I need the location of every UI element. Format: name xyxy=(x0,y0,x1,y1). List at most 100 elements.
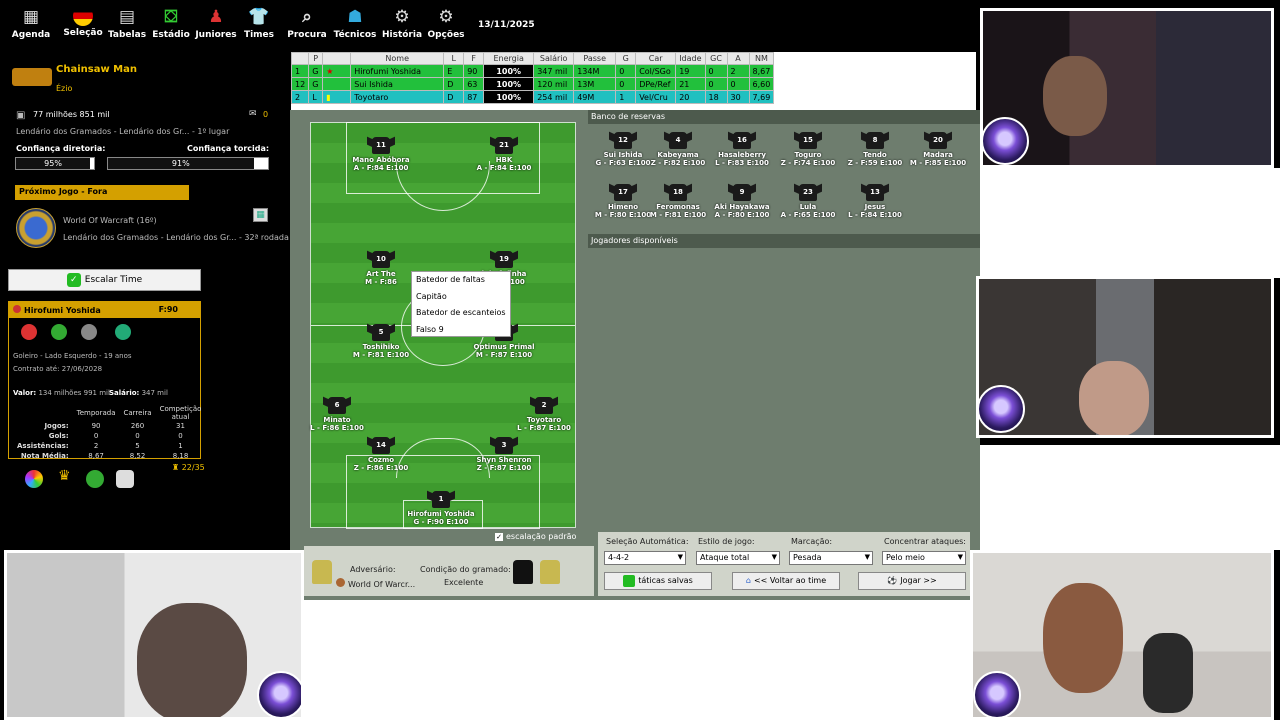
col-name[interactable]: Nome xyxy=(350,52,445,65)
bench-player[interactable]: 8 Tendo Z - F:59 E:100 xyxy=(843,132,907,167)
streamer-face xyxy=(1043,583,1123,693)
col-nm[interactable]: NM xyxy=(748,52,775,65)
stat-value: 8,18 xyxy=(172,452,189,460)
col-pos[interactable]: P xyxy=(308,52,324,65)
pitch-player[interactable]: 11 Mano Abóbora A - F:84 E:100 xyxy=(341,137,421,172)
toolbar-historia[interactable]: ⚙ História xyxy=(377,6,427,40)
stats-icon[interactable]: ▦ xyxy=(253,208,268,222)
color-wheel-icon[interactable] xyxy=(25,470,43,488)
player-info: Z - F:87 E:100 xyxy=(476,464,532,472)
stat-value: 8,52 xyxy=(129,452,146,460)
orb-logo-icon xyxy=(979,385,1025,433)
conf-tor-bar: 91% xyxy=(107,157,269,170)
bench-player[interactable]: 4 Kabeyama Z - F:82 E:100 xyxy=(646,132,710,167)
toolbar-tabelas[interactable]: ▤ Tabelas xyxy=(102,6,152,40)
attack-focus-select[interactable]: Pelo meio xyxy=(882,551,966,565)
pitch-player[interactable]: 6 Minato L - F:86 E:100 xyxy=(297,397,377,432)
style-select[interactable]: Ataque total xyxy=(696,551,780,565)
pitch-player[interactable]: 10 Art The M - F:86 xyxy=(341,251,421,286)
player-contract: Contrato até: 27/06/2028 xyxy=(13,365,103,373)
col-car[interactable]: Car xyxy=(635,52,677,65)
stat-label: Jogos: xyxy=(44,422,69,430)
cell-car: Vel/Cru xyxy=(635,90,677,104)
player-info: L - F:86 E:100 xyxy=(310,424,364,432)
player-value: 134 milhões 991 mil xyxy=(38,389,110,397)
menu-item-free-kick[interactable]: Batedor de faltas xyxy=(412,272,510,289)
trophy-icon[interactable]: ♛ xyxy=(58,468,71,484)
player-transfer-icon[interactable] xyxy=(115,324,131,340)
table-row[interactable]: 2 L ▮ Toyotaro D 87 100% 254 mil 49M 1 Vel/Cru 20 18… xyxy=(290,90,775,104)
toolbar-agenda[interactable]: ▦ Agenda xyxy=(6,6,56,40)
player-name: Toshihiko xyxy=(362,343,400,351)
player-stats-table: Temporada Carreira Competição atual Jogos:… xyxy=(13,405,205,461)
message-icon[interactable]: ✉ xyxy=(249,109,257,119)
pitch-player[interactable]: 14 Cozmo Z - F:86 E:100 xyxy=(341,437,421,472)
saved-tactics-button[interactable]: táticas salvas xyxy=(604,572,712,590)
pitch-player[interactable]: 2 Toyotaro L - F:87 E:100 xyxy=(504,397,584,432)
col-g[interactable]: G xyxy=(615,52,637,65)
formation-select[interactable]: 4-4-2 xyxy=(604,551,686,565)
play-button[interactable]: ⚽ Jogar >> xyxy=(858,572,966,590)
table-row[interactable]: 1 G ★ Hirofumi Yoshida E 90 100% 347 mil 134M 0 Co… xyxy=(290,64,775,78)
shirt-icon: 13 xyxy=(866,184,884,201)
player-eye-icon[interactable] xyxy=(51,324,67,340)
toolbar-tecnicos[interactable]: ☗ Técnicos xyxy=(330,6,380,40)
bench-player[interactable]: 18 Feromonas M - F:81 E:100 xyxy=(646,184,710,219)
bench-player[interactable]: 16 Hasaleberry L - F:83 E:100 xyxy=(710,132,774,167)
cell-name: Toyotaro xyxy=(350,90,445,104)
toolbar-selecao[interactable]: Seleção xyxy=(58,6,108,38)
orb-logo-icon xyxy=(973,671,1021,717)
table-row[interactable]: 12 G Sui Ishida D 63 100% 120 mil 13M 0 DPe/Ref 21… xyxy=(290,77,775,91)
junior-icon: ♟ xyxy=(208,7,224,27)
pitch-player[interactable]: 3 Shyn Shenron Z - F:87 E:100 xyxy=(464,437,544,472)
ball-icon[interactable] xyxy=(86,470,104,488)
player-card-header: Hirofumi Yoshida F:90 xyxy=(9,302,200,318)
menu-item-false-nine[interactable]: Falso 9 xyxy=(412,322,510,339)
col-passe[interactable]: Passe xyxy=(573,52,617,65)
col-energia[interactable]: Energia xyxy=(483,52,535,65)
save-icon xyxy=(623,574,636,587)
default-lineup-checkbox[interactable]: ✓ escalação padrão xyxy=(495,532,576,541)
col-gc[interactable]: GC xyxy=(704,52,728,65)
pitch-player[interactable]: 1 Hirofumi Yoshida G - F:90 E:100 xyxy=(401,491,481,526)
col-l[interactable]: L xyxy=(443,52,465,65)
cell-gc: 0 xyxy=(704,64,728,78)
escalar-time-button[interactable]: ✓ Escalar Time xyxy=(8,269,201,291)
shirt-icon: 6 xyxy=(328,397,346,414)
toolbar-estadio[interactable]: ⛋ Estádio xyxy=(146,6,196,40)
cell-nm: 8,67 xyxy=(748,64,775,78)
col-f[interactable]: F xyxy=(463,52,485,65)
col-a[interactable]: A xyxy=(726,52,750,65)
bench-player[interactable]: 15 Toguro Z - F:74 E:100 xyxy=(776,132,840,167)
back-to-team-button[interactable]: ⌂ << Voltar ao time xyxy=(732,572,840,590)
bench-player[interactable]: 9 Aki Hayakawa A - F:80 E:100 xyxy=(710,184,774,219)
pitch-player[interactable]: 5 Toshihiko M - F:81 E:100 xyxy=(341,324,421,359)
marking-select[interactable]: Pesada xyxy=(789,551,873,565)
cell-gc: 18 xyxy=(704,90,728,104)
pitch-player[interactable]: 21 HBK A - F:84 E:100 xyxy=(464,137,544,172)
menu-item-corner[interactable]: Batedor de escanteios xyxy=(412,305,510,322)
bench-player[interactable]: 13 Jesus L - F:84 E:100 xyxy=(843,184,907,219)
empty-area xyxy=(304,600,970,720)
bench-player[interactable]: 23 Lula A - F:65 E:100 xyxy=(776,184,840,219)
player-search-icon[interactable] xyxy=(81,324,97,340)
manager-name: Ézio xyxy=(56,84,73,93)
menu-item-captain[interactable]: Capitão xyxy=(412,289,510,306)
player-name: Hasaleberry xyxy=(718,151,766,159)
toolbar-opcoes[interactable]: ⚙ Opções xyxy=(421,6,471,40)
clipboard-icon[interactable] xyxy=(116,470,134,488)
orb-logo-icon xyxy=(257,671,301,717)
cell-salary: 254 mil xyxy=(533,90,575,104)
col-salario[interactable]: Salário xyxy=(533,52,575,65)
money-value: 77 milhões 851 mil xyxy=(33,110,110,119)
cell-energy: 100% xyxy=(483,90,535,104)
shirt-icon: 5 xyxy=(372,324,390,341)
col-idade[interactable]: Idade xyxy=(675,52,706,65)
bench-player[interactable]: 20 Madara M - F:85 E:100 xyxy=(906,132,970,167)
toolbar-procura[interactable]: ⌕ Procura xyxy=(282,6,332,40)
col-num[interactable] xyxy=(290,52,310,65)
col-flag[interactable] xyxy=(322,52,352,65)
toolbar-times[interactable]: 👕 Times xyxy=(234,6,284,40)
cell-energy: 100% xyxy=(483,77,535,91)
player-action-icon[interactable] xyxy=(21,324,37,340)
